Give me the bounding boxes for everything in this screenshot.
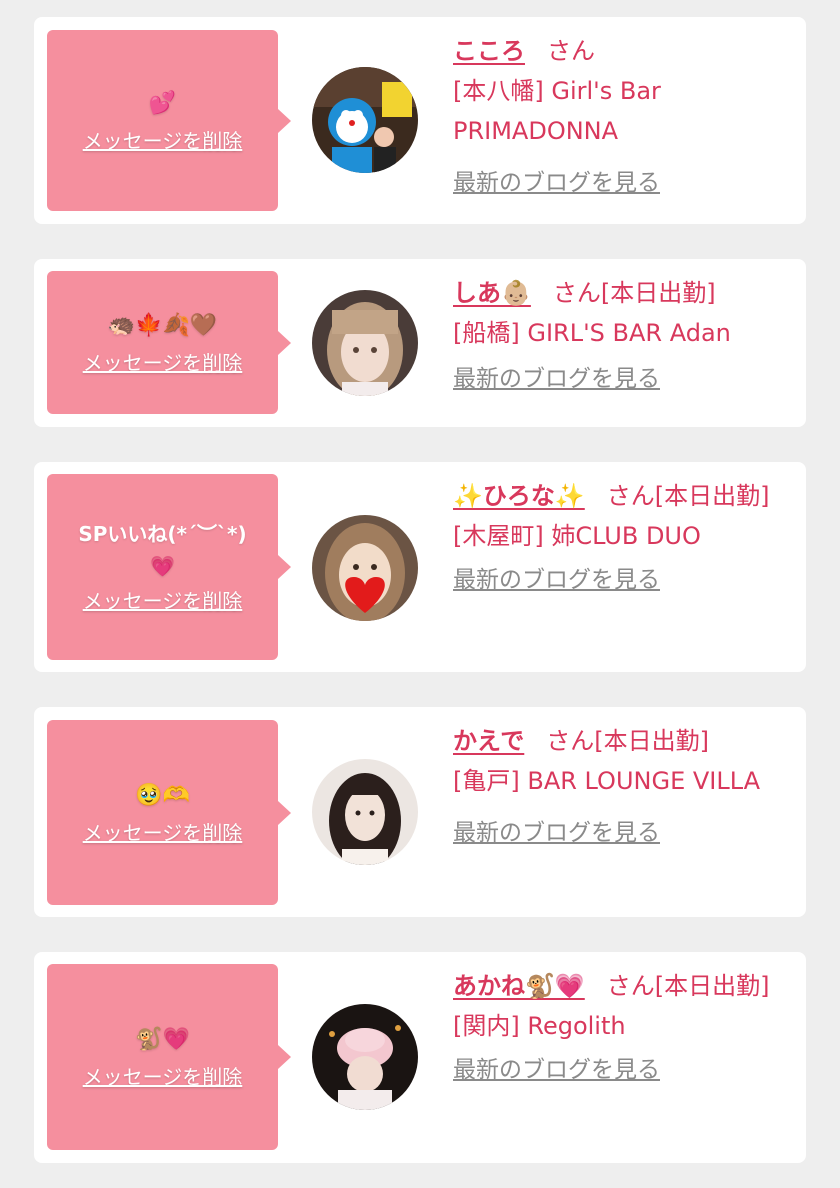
honorific: さん — [546, 727, 595, 755]
message-card: SPいいね(*´︶`*)💗 メッセージを削除 ✨ひろな✨ さん[本日出勤] [木屋… — [34, 462, 806, 672]
honorific: さん — [606, 482, 655, 510]
avatar[interactable] — [312, 67, 418, 173]
message-bubble: 🦔🍁🍂🤎 メッセージを削除 — [47, 271, 291, 414]
girl-name-link[interactable]: しあ👶🏼 — [453, 279, 531, 307]
message-card: 🥹🫶 メッセージを削除 かえで さん[本日出勤] [亀戸] BAR LOUNGE … — [34, 707, 806, 917]
avatar[interactable] — [312, 1004, 418, 1110]
message-text: 🥹🫶 — [135, 782, 190, 808]
honorific: さん — [606, 972, 655, 1000]
message-text: 💕 — [148, 90, 177, 116]
shop-name: [亀戸] BAR LOUNGE VILLA — [453, 767, 761, 795]
honorific: さん — [547, 37, 595, 65]
girl-name-link[interactable]: あかね🐒💗 — [453, 972, 585, 1000]
avatar[interactable] — [312, 759, 418, 865]
girl-info: あかね🐒💗 さん[本日出勤] [関内] Regolith 最新のブログを見る — [453, 966, 793, 1090]
latest-blog-link[interactable]: 最新のブログを見る — [453, 359, 660, 399]
girl-info: しあ👶🏼 さん[本日出勤] [船橋] GIRL'S BAR Adan 最新のブログ… — [453, 273, 793, 399]
message-bubble: 🥹🫶 メッセージを削除 — [47, 720, 291, 905]
work-status: [本日出勤] — [654, 972, 770, 1000]
delete-message-link[interactable]: メッセージを削除 — [83, 1062, 243, 1092]
message-card: 🦔🍁🍂🤎 メッセージを削除 しあ👶🏼 さん[本日出勤] [船橋] GIRL'S B… — [34, 259, 806, 427]
shop-name: [関内] Regolith — [453, 1012, 626, 1040]
avatar[interactable] — [312, 290, 418, 396]
message-bubble: 💕 メッセージを削除 — [47, 30, 291, 211]
delete-message-link[interactable]: メッセージを削除 — [83, 818, 243, 848]
avatar[interactable] — [312, 515, 418, 621]
latest-blog-link[interactable]: 最新のブログを見る — [453, 813, 660, 853]
message-text: 🦔🍁🍂🤎 — [107, 312, 218, 338]
message-bubble: 🐒💗 メッセージを削除 — [47, 964, 291, 1150]
girl-info: ✨ひろな✨ さん[本日出勤] [木屋町] 姉CLUB DUO 最新のブログを見る — [453, 476, 793, 600]
delete-message-link[interactable]: メッセージを削除 — [83, 126, 243, 156]
message-text: SPいいね(*´︶`*)💗 — [78, 522, 247, 578]
girl-name-link[interactable]: ✨ひろな✨ — [453, 482, 585, 510]
message-bubble: SPいいね(*´︶`*)💗 メッセージを削除 — [47, 474, 291, 660]
girl-name-link[interactable]: こころ — [453, 37, 525, 65]
honorific: さん — [552, 279, 601, 307]
delete-message-link[interactable]: メッセージを削除 — [83, 348, 243, 378]
girl-name-link[interactable]: かえで — [453, 727, 524, 755]
delete-message-link[interactable]: メッセージを削除 — [83, 586, 243, 616]
work-status: [本日出勤] — [600, 279, 716, 307]
shop-name: [本八幡] Girl's Bar PRIMADONNA — [453, 77, 661, 145]
shop-name: [木屋町] 姉CLUB DUO — [453, 522, 701, 550]
work-status: [本日出勤] — [594, 727, 710, 755]
girl-info: こころ さん [本八幡] Girl's Bar PRIMADONNA 最新のブログ… — [453, 31, 793, 203]
work-status: [本日出勤] — [654, 482, 770, 510]
message-text: 🐒💗 — [135, 1027, 190, 1052]
shop-name: [船橋] GIRL'S BAR Adan — [453, 319, 731, 347]
latest-blog-link[interactable]: 最新のブログを見る — [453, 163, 660, 203]
latest-blog-link[interactable]: 最新のブログを見る — [453, 560, 660, 600]
message-card: 💕 メッセージを削除 こころ さん [本八幡] Girl's Bar PRIMAD… — [34, 17, 806, 224]
girl-info: かえで さん[本日出勤] [亀戸] BAR LOUNGE VILLA 最新のブログ… — [453, 721, 793, 853]
latest-blog-link[interactable]: 最新のブログを見る — [453, 1050, 660, 1090]
message-card: 🐒💗 メッセージを削除 あかね🐒💗 さん[本日出勤] [関内] Regolith … — [34, 952, 806, 1163]
